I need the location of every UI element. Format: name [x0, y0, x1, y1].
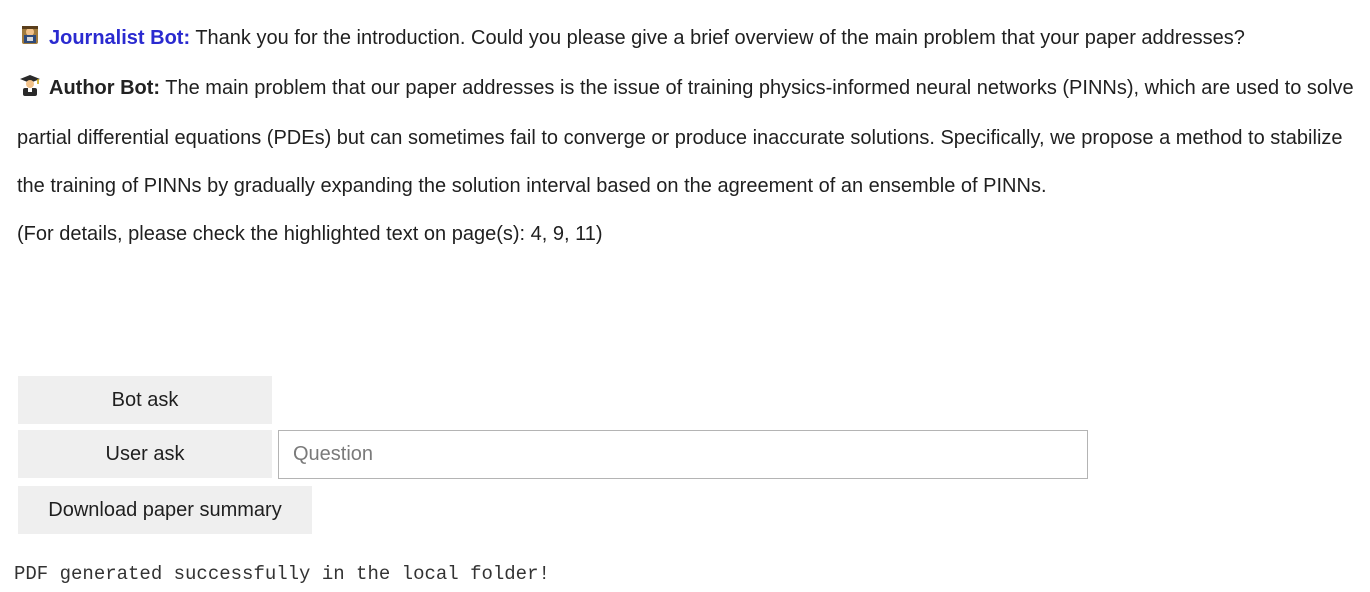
author-message: Author Bot: The main problem that our pa…	[17, 64, 1357, 210]
download-summary-button[interactable]: Download paper summary	[18, 486, 312, 534]
journalist-name: Journalist Bot:	[49, 27, 191, 49]
bot-ask-button[interactable]: Bot ask	[18, 376, 272, 424]
conversation-panel: Journalist Bot: Thank you for the introd…	[17, 14, 1357, 258]
author-message-text: The main problem that our paper addresse…	[17, 77, 1354, 197]
status-message: PDF generated successfully in the local …	[14, 563, 550, 585]
user-ask-button[interactable]: User ask	[18, 430, 272, 478]
author-name: Author Bot:	[49, 77, 161, 99]
journalist-emoji-icon	[19, 16, 41, 64]
graduate-emoji-icon	[19, 66, 41, 114]
question-input[interactable]	[278, 430, 1088, 479]
journalist-message: Journalist Bot: Thank you for the introd…	[17, 14, 1357, 64]
details-note: (For details, please check the highlight…	[17, 223, 603, 245]
journalist-message-text: Thank you for the introduction. Could yo…	[195, 27, 1245, 49]
